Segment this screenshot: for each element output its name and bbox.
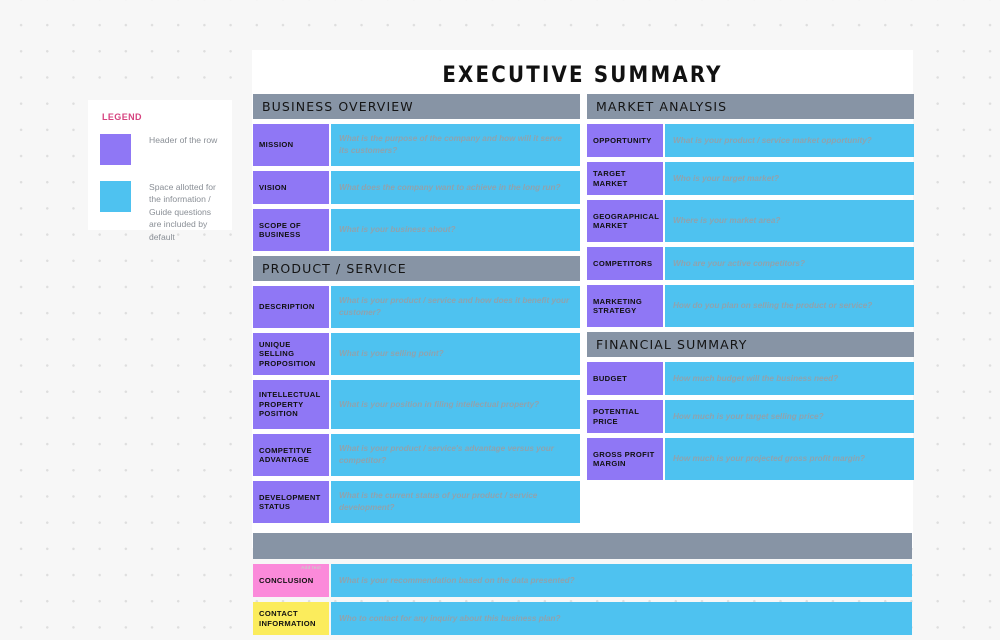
row-label[interactable]: POTENTIAL PRICE xyxy=(587,400,663,433)
row-label[interactable]: COMPETITVE ADVANTAGE xyxy=(253,434,329,476)
board-columns: BUSINESS OVERVIEW MISSION What is the purp… xyxy=(252,94,914,528)
board-row: CONCLUSION Add text What is your recommend… xyxy=(253,564,912,597)
section-header-business-overview[interactable]: BUSINESS OVERVIEW xyxy=(253,94,580,119)
row-answer-placeholder[interactable]: What is your product / service's advanta… xyxy=(331,434,580,476)
row-answer-placeholder[interactable]: How much budget will the business need? xyxy=(665,362,914,395)
row-label[interactable]: TARGET MARKET xyxy=(587,162,663,195)
row-answer-placeholder[interactable]: Who is your target market? xyxy=(665,162,914,195)
row-answer-placeholder[interactable]: What is your business about? xyxy=(331,209,580,251)
right-column: MARKET ANALYSIS OPPORTUNITY What is your p… xyxy=(587,94,914,528)
row-answer-placeholder[interactable]: How much is your projected gross profit … xyxy=(665,438,914,480)
row-label[interactable]: VISION xyxy=(253,171,329,204)
board-row: GROSS PROFIT MARGIN How much is your proj… xyxy=(587,438,914,480)
add-text-hint: Add text xyxy=(301,565,321,570)
board-row: BUDGET How much budget will the business … xyxy=(587,362,914,395)
legend-swatch-cyan xyxy=(100,181,131,212)
board-row: GEOGRAPHICAL MARKET Where is your market … xyxy=(587,200,914,242)
row-label[interactable]: CONCLUSION Add text xyxy=(253,564,329,597)
legend-swatch-purple xyxy=(100,134,131,165)
board-row: SCOPE OF BUSINESS What is your business a… xyxy=(253,209,580,251)
row-label[interactable]: OPPORTUNITY xyxy=(587,124,663,157)
row-label[interactable]: GEOGRAPHICAL MARKET xyxy=(587,200,663,242)
row-answer-placeholder[interactable]: What is your position in filing intellec… xyxy=(331,380,580,429)
legend-item-label: Space allotted for the information / Gui… xyxy=(149,182,216,242)
row-answer-placeholder[interactable]: What is your product / service and how d… xyxy=(331,286,580,328)
board-row: MISSION What is the purpose of the compan… xyxy=(253,124,580,166)
legend-item: Header of the row xyxy=(100,134,220,165)
row-label[interactable]: GROSS PROFIT MARGIN xyxy=(587,438,663,480)
row-label[interactable]: BUDGET xyxy=(587,362,663,395)
board-row: DEVELOPMENT STATUS What is the current st… xyxy=(253,481,580,523)
row-answer-placeholder[interactable]: What is your recommendation based on the… xyxy=(331,564,912,597)
bottom-rows: CONCLUSION Add text What is your recommend… xyxy=(252,564,913,635)
legend-item: Space allotted for the information / Gui… xyxy=(100,181,220,243)
left-column: BUSINESS OVERVIEW MISSION What is the purp… xyxy=(253,94,580,528)
row-label[interactable]: COMPETITORS xyxy=(587,247,663,280)
board-grid: BUSINESS OVERVIEW MISSION What is the purp… xyxy=(252,94,914,640)
row-label[interactable]: DESCRIPTION xyxy=(253,286,329,328)
row-label[interactable]: UNIQUE SELLING PROPOSITION xyxy=(253,333,329,375)
row-answer-placeholder[interactable]: What is your selling point? xyxy=(331,333,580,375)
board-row: VISION What does the company want to achi… xyxy=(253,171,580,204)
row-label[interactable]: MARKETING STRATEGY xyxy=(587,285,663,327)
board-row: MARKETING STRATEGY How do you plan on sel… xyxy=(587,285,914,327)
board-row: DESCRIPTION What is your product / servic… xyxy=(253,286,580,328)
executive-summary-board: EXECUTIVE SUMMARY BUSINESS OVERVIEW MISSI… xyxy=(252,50,914,635)
board-row: CONTACT INFORMATION Who to contact for an… xyxy=(253,602,912,635)
board-row: INTELLECTUAL PROPERTY POSITION What is yo… xyxy=(253,380,580,429)
row-label[interactable]: DEVELOPMENT STATUS xyxy=(253,481,329,523)
spacer-section-bar xyxy=(253,533,912,559)
page-title: EXECUTIVE SUMMARY xyxy=(442,63,723,88)
row-answer-placeholder[interactable]: Where is your market area? xyxy=(665,200,914,242)
board-row: COMPETITVE ADVANTAGE What is your product… xyxy=(253,434,580,476)
legend-title: LEGEND xyxy=(102,112,142,122)
row-label[interactable]: CONTACT INFORMATION xyxy=(253,602,329,635)
row-answer-placeholder[interactable]: How much is your target selling price? xyxy=(665,400,914,433)
board-row: TARGET MARKET Who is your target market? xyxy=(587,162,914,195)
row-answer-placeholder[interactable]: How do you plan on selling the product o… xyxy=(665,285,914,327)
row-answer-placeholder[interactable]: What is the current status of your produ… xyxy=(331,481,580,523)
board-row: UNIQUE SELLING PROPOSITION What is your s… xyxy=(253,333,580,375)
row-answer-placeholder[interactable]: What does the company want to achieve in… xyxy=(331,171,580,204)
legend-card: LEGEND Header of the row Space allotted … xyxy=(88,100,232,242)
row-label[interactable]: MISSION xyxy=(253,124,329,166)
row-label[interactable]: INTELLECTUAL PROPERTY POSITION xyxy=(253,380,329,429)
row-answer-placeholder[interactable]: Who to contact for any inquiry about thi… xyxy=(331,602,912,635)
row-answer-placeholder[interactable]: Who are your active competitors? xyxy=(665,247,914,280)
section-header-market-analysis[interactable]: MARKET ANALYSIS xyxy=(587,94,914,119)
board-row: POTENTIAL PRICE How much is your target s… xyxy=(587,400,914,433)
board-row: COMPETITORS Who are your active competito… xyxy=(587,247,914,280)
row-label[interactable]: SCOPE OF BUSINESS xyxy=(253,209,329,251)
row-answer-placeholder[interactable]: What is your product / service market op… xyxy=(665,124,914,157)
row-answer-placeholder[interactable]: What is the purpose of the company and h… xyxy=(331,124,580,166)
section-header-product-service[interactable]: PRODUCT / SERVICE xyxy=(253,256,580,281)
section-header-financial-summary[interactable]: FINANCIAL SUMMARY xyxy=(587,332,914,357)
board-row: OPPORTUNITY What is your product / servic… xyxy=(587,124,914,157)
legend-item-label: Header of the row xyxy=(149,135,218,145)
